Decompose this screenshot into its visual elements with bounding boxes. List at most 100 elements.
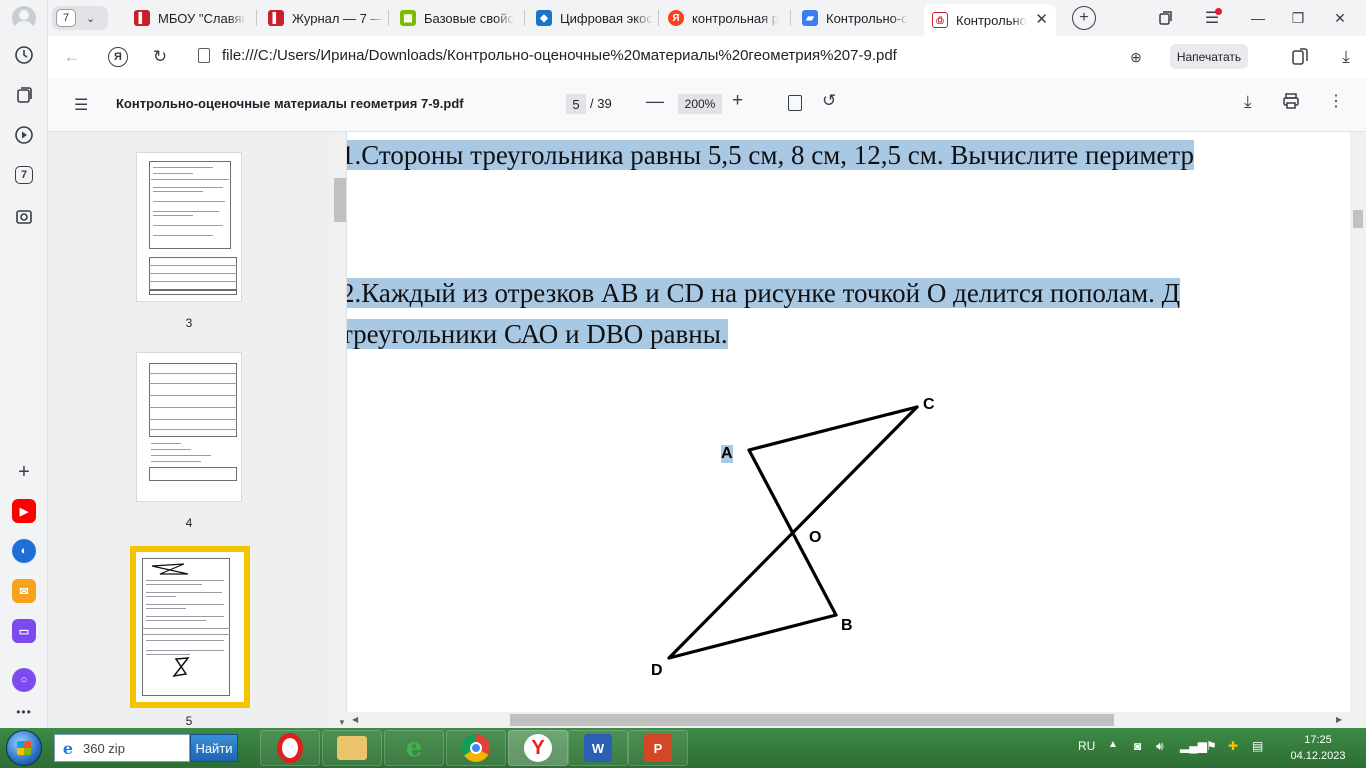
tab-active-pdf[interactable]: ⎙ Контрольно ✕ [924, 4, 1056, 36]
page-number-input[interactable]: 5 [566, 94, 586, 114]
menu-icon[interactable]: ☰ [1200, 6, 1224, 30]
tab-group-button[interactable]: 7 ⌄ [52, 6, 108, 30]
point-label-B: B [841, 617, 853, 634]
address-field[interactable]: file:///C:/Users/Ирина/Downloads/Контрол… [222, 47, 897, 64]
tab-digital-ecosystem[interactable]: ◆ Цифровая экос [528, 4, 656, 32]
document-horizontal-scrollbar[interactable]: ◀ ▶ [346, 712, 1366, 728]
scroll-right-arrow-icon[interactable]: ▶ [1336, 715, 1342, 724]
vertical-scroll-thumb[interactable] [1353, 210, 1363, 228]
video-play-icon[interactable] [12, 123, 36, 147]
taskbar-search[interactable]: e [54, 734, 190, 762]
point-label-A: A [721, 445, 733, 463]
discord-icon[interactable]: ◙ [1134, 739, 1141, 753]
ie-taskbar-button[interactable]: e [384, 730, 444, 766]
tabs-list-icon[interactable] [1154, 6, 1178, 30]
tab-yandex-search[interactable]: Я контрольная р [660, 4, 788, 32]
history-icon[interactable] [12, 43, 36, 67]
add-panel-icon[interactable]: + [12, 460, 36, 484]
tab-basic-properties[interactable]: ▦ Базовые свойс [392, 4, 522, 32]
zoom-in-icon[interactable]: + [732, 90, 743, 112]
segment-BA [747, 448, 838, 617]
taskbar-search-button[interactable]: Найти [190, 734, 238, 762]
zoom-level-input[interactable]: 200% [678, 94, 722, 114]
taskbar-clock[interactable]: 17:25 04.12.2023 [1282, 732, 1354, 764]
screenshot-icon[interactable] [12, 205, 36, 229]
zoom-out-icon[interactable]: — [646, 91, 664, 112]
taskbar-search-input[interactable] [83, 740, 183, 756]
alice-icon[interactable]: ○ [12, 668, 36, 692]
tab-separator [790, 10, 791, 26]
tab-journal[interactable]: ▌ Журнал — 7 — [260, 4, 384, 32]
hamburger-menu-icon[interactable]: ☰ [74, 95, 88, 115]
messenger-icon[interactable]: ▭ [12, 619, 36, 643]
point-label-O: O [809, 529, 822, 546]
notification-dot [1215, 8, 1222, 15]
youtube-icon[interactable]: ▶ [12, 499, 36, 523]
volume-icon[interactable]: 🔊︎ [1156, 739, 1164, 754]
tab-separator [658, 10, 659, 26]
yandex-browser-icon: Y [524, 734, 552, 762]
keyboard-icon[interactable]: ▤ [1252, 739, 1263, 753]
browser-sidebar: 7 + ▶ ◐ ✉ ▭ ○ ••• [0, 0, 48, 728]
horizontal-scroll-thumb[interactable] [510, 714, 1114, 726]
minimize-icon[interactable]: — [1246, 6, 1270, 30]
network-icon[interactable]: ▂▄▆ [1180, 739, 1207, 753]
back-icon[interactable]: ← [60, 45, 84, 69]
tab-control-materials[interactable]: ▰ Контрольно-о [794, 4, 918, 32]
more-icon[interactable]: ••• [12, 700, 36, 724]
tab-school[interactable]: ▌ МБОУ "Славян [126, 4, 246, 32]
pdf-document-view[interactable]: 1.Стороны треугольника равны 5,5 см, 8 с… [346, 132, 1350, 712]
more-options-icon[interactable]: ⋮ [1328, 91, 1344, 111]
chrome-taskbar-button[interactable] [446, 730, 506, 766]
rotate-icon[interactable]: ↺ [822, 91, 836, 111]
scroll-left-arrow-icon[interactable]: ◀ [352, 715, 358, 724]
start-button[interactable] [6, 730, 42, 766]
thumbnail-page-4[interactable] [136, 352, 242, 502]
download-icon[interactable]: ⤓ [1244, 92, 1252, 112]
zoom-page-icon[interactable]: ⊕ [1124, 45, 1148, 69]
powerpoint-taskbar-button[interactable]: P [628, 730, 688, 766]
grid-site-icon: ▦ [400, 10, 416, 26]
opera-taskbar-button[interactable] [260, 730, 320, 766]
new-tab-button[interactable]: + [1072, 6, 1096, 30]
scroll-down-arrow-icon[interactable]: ▼ [338, 718, 346, 727]
zen-icon[interactable]: ◐ [12, 539, 36, 563]
thumbnail-page-5-selected[interactable] [130, 546, 250, 708]
document-vertical-scrollbar[interactable] [1350, 132, 1366, 712]
thumbnail-page-3[interactable] [136, 152, 242, 302]
action-center-flag-icon[interactable]: ⚑ [1206, 739, 1217, 753]
thumbnails-scrollbar[interactable] [334, 132, 346, 728]
update-icon[interactable]: ✚ [1228, 739, 1238, 753]
print-icon[interactable] [1282, 92, 1300, 114]
point-label-C: C [923, 396, 935, 413]
bookmarks-icon[interactable] [1288, 45, 1312, 69]
tab-count-badge: 7 [56, 9, 76, 27]
close-window-icon[interactable]: ✕ [1328, 6, 1352, 30]
yandex-icon: Я [668, 10, 684, 26]
thumbnail-label-5: 5 [185, 714, 193, 728]
yandex-logo-icon[interactable]: Я [108, 47, 128, 67]
powerpoint-icon: P [644, 734, 672, 762]
collections-icon[interactable] [12, 83, 36, 107]
fit-to-page-icon[interactable] [788, 95, 802, 111]
close-tab-icon[interactable]: ✕ [1035, 10, 1048, 28]
language-indicator[interactable]: RU [1078, 739, 1095, 753]
segment-AC [747, 405, 919, 452]
pdf-title: Контрольно-оценочные материалы геометрия… [116, 96, 464, 111]
tray-expand-icon[interactable]: ▲ [1108, 739, 1118, 750]
explorer-taskbar-button[interactable] [322, 730, 382, 766]
reload-icon[interactable]: ↻ [148, 45, 172, 69]
tab-separator [256, 10, 257, 26]
restore-icon[interactable]: ❐ [1286, 6, 1310, 30]
print-button[interactable]: Напечатать [1170, 44, 1248, 69]
tab-separator [524, 10, 525, 26]
folder-icon [337, 736, 367, 760]
profile-avatar[interactable] [12, 6, 36, 30]
downloads-icon[interactable]: ⤓ [1334, 45, 1358, 69]
chrome-icon [462, 734, 490, 762]
mail-icon[interactable]: ✉ [12, 579, 36, 603]
yandex-taskbar-button[interactable]: Y [508, 730, 568, 766]
scroll-thumb[interactable] [334, 178, 346, 222]
calendar-icon[interactable]: 7 [15, 166, 33, 184]
word-taskbar-button[interactable]: W [568, 730, 628, 766]
